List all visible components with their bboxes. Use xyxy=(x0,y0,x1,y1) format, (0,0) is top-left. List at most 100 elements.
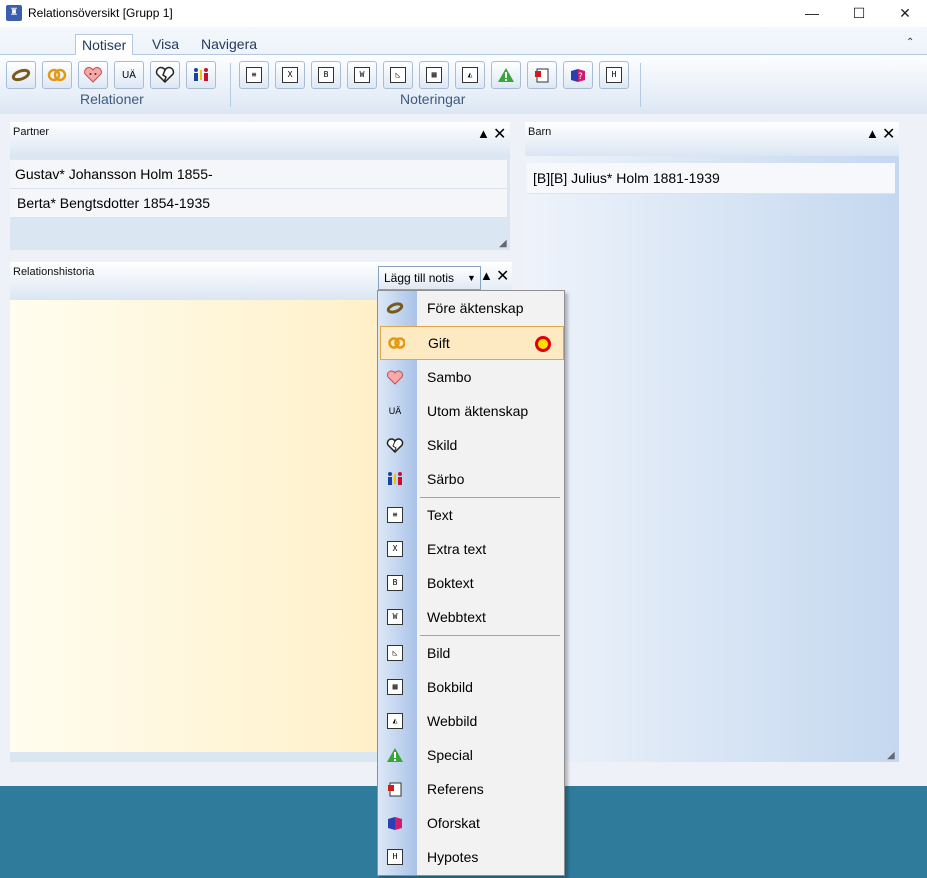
reference-button[interactable] xyxy=(527,61,557,89)
menu-item-label: Referens xyxy=(427,781,484,797)
broken-heart-icon xyxy=(386,438,404,453)
special-button[interactable] xyxy=(491,61,521,89)
barn-header: Barn ▲ ✕ xyxy=(525,122,899,156)
history-body[interactable] xyxy=(10,300,380,752)
menu-item-boktext[interactable]: B Boktext xyxy=(378,566,564,600)
sarbo-button[interactable] xyxy=(186,61,216,89)
menu-item-label: Skild xyxy=(427,437,458,453)
ring-button[interactable] xyxy=(6,61,36,89)
menu-item-label: Oforskat xyxy=(427,815,480,831)
barn-row[interactable]: [B][B] Julius* Holm 1881-1939 xyxy=(527,163,895,194)
history-close-icon[interactable]: ✕ xyxy=(496,266,509,286)
svg-text:?: ? xyxy=(578,72,583,82)
menu-item-fore-aktenskap[interactable]: Före äktenskap xyxy=(378,291,564,325)
title-bar: ♜ Relationsöversikt [Grupp 1] — ☐ ✕ xyxy=(0,0,927,27)
image-button[interactable]: ◺ xyxy=(383,61,413,89)
menu-item-referens[interactable]: Referens xyxy=(378,772,564,806)
maximize-button[interactable]: ☐ xyxy=(836,0,882,27)
ring-icon xyxy=(386,302,404,314)
extra-text-icon: X xyxy=(387,541,403,557)
text-note-button[interactable]: ≡ xyxy=(239,61,269,89)
book-image-icon: ▦ xyxy=(426,67,442,83)
add-note-dropdown[interactable]: Lägg till notis ▼ xyxy=(378,266,481,290)
history-pin-icon[interactable]: ▲ xyxy=(480,268,493,283)
web-image-icon: ◭ xyxy=(387,713,403,729)
hypothesis-button[interactable]: H xyxy=(599,61,629,89)
group-label-relationer: Relationer xyxy=(80,91,144,107)
menu-item-label: Boktext xyxy=(427,575,474,591)
web-image-button[interactable]: ◭ xyxy=(455,61,485,89)
menu-item-gift[interactable]: Gift xyxy=(380,326,564,360)
barn-panel: Barn ▲ ✕ [B][B] Julius* Holm 1881-1939 ◢ xyxy=(525,122,899,762)
partner-row[interactable]: Gustav* Johansson Holm 1855- xyxy=(10,160,507,189)
menu-item-special[interactable]: Special xyxy=(378,738,564,772)
ribbon-separator-end xyxy=(640,63,641,107)
partner-close-icon[interactable]: ✕ xyxy=(493,124,506,144)
ribbon-separator xyxy=(230,63,231,107)
menu-item-extra-text[interactable]: X Extra text xyxy=(378,532,564,566)
partner-row[interactable]: Berta* Bengtsdotter 1854-1935 xyxy=(10,189,507,218)
dropdown-arrow-icon: ▼ xyxy=(467,273,476,283)
add-note-menu: Före äktenskap Gift Sambo UÄ Utom äktens… xyxy=(377,290,565,876)
book-text-icon: B xyxy=(318,67,334,83)
menu-item-bild[interactable]: ◺ Bild xyxy=(378,636,564,670)
menu-item-label: Bild xyxy=(427,645,451,661)
menu-item-sambo[interactable]: Sambo xyxy=(378,360,564,394)
extra-text-button[interactable]: X xyxy=(275,61,305,89)
cursor-indicator-icon xyxy=(535,336,551,352)
ua-button[interactable]: UÄ xyxy=(114,61,144,89)
menu-item-sarbo[interactable]: Särbo xyxy=(378,462,564,496)
book-text-button[interactable]: B xyxy=(311,61,341,89)
special-warning-icon xyxy=(387,748,403,762)
web-text-button[interactable]: W xyxy=(347,61,377,89)
barn-close-icon[interactable]: ✕ xyxy=(882,124,895,144)
menu-item-label: Extra text xyxy=(427,541,487,557)
menu-item-utom-aktenskap[interactable]: UÄ Utom äktenskap xyxy=(378,394,564,428)
menu-item-text[interactable]: ≡ Text xyxy=(378,498,564,532)
image-icon: ◺ xyxy=(390,67,406,83)
skild-button[interactable] xyxy=(150,61,180,89)
text-icon: ≡ xyxy=(387,507,403,523)
married-rings-icon xyxy=(47,68,67,82)
menu-item-label: Text xyxy=(427,507,453,523)
menu-item-label: Gift xyxy=(428,335,450,351)
history-footer xyxy=(10,752,380,762)
ua-icon: UÄ xyxy=(122,69,136,81)
close-button[interactable]: ✕ xyxy=(882,0,927,27)
menu-item-webbild[interactable]: ◭ Webbild xyxy=(378,704,564,738)
menu-item-webbtext[interactable]: W Webbtext xyxy=(378,600,564,634)
barn-row-text: [B][B] Julius* Holm 1881-1939 xyxy=(533,170,720,186)
collapse-ribbon-icon[interactable]: ⌃ xyxy=(906,37,914,48)
menu-item-oforskat[interactable]: Oforskat xyxy=(378,806,564,840)
partner-pin-icon[interactable]: ▲ xyxy=(477,126,490,141)
minimize-button[interactable]: — xyxy=(789,0,835,27)
unknown-button[interactable]: ? xyxy=(563,61,593,89)
partner-title: Partner xyxy=(13,126,50,138)
married-rings-icon xyxy=(388,337,405,349)
reference-icon xyxy=(535,68,549,83)
partner-panel: Partner ▲ ✕ Gustav* Johansson Holm 1855-… xyxy=(10,122,510,250)
tab-notiser[interactable]: Notiser xyxy=(75,34,134,55)
sambo-button[interactable] xyxy=(78,61,108,89)
heart-face-icon xyxy=(387,370,403,385)
barn-pin-icon[interactable]: ▲ xyxy=(866,126,879,141)
web-text-icon: W xyxy=(354,67,370,83)
menu-item-skild[interactable]: Skild xyxy=(378,428,564,462)
heart-face-icon xyxy=(84,67,102,83)
hypothesis-icon: H xyxy=(387,849,403,865)
menu-item-hypotes[interactable]: H Hypotes xyxy=(378,840,564,874)
hypothesis-icon: H xyxy=(606,67,622,83)
menu-item-label: Webbtext xyxy=(427,609,486,625)
married-button[interactable] xyxy=(42,61,72,89)
resize-grip-icon[interactable]: ◢ xyxy=(499,238,507,249)
menu-item-label: Webbild xyxy=(427,713,478,729)
book-image-button[interactable]: ▦ xyxy=(419,61,449,89)
tab-visa[interactable]: Visa xyxy=(146,34,185,54)
menu-item-label: Special xyxy=(427,747,473,763)
resize-grip-icon[interactable]: ◢ xyxy=(887,750,895,761)
add-note-label: Lägg till notis xyxy=(384,271,455,285)
special-warning-icon xyxy=(498,68,514,82)
extra-text-icon: X xyxy=(282,67,298,83)
tab-navigera[interactable]: Navigera xyxy=(195,34,263,54)
menu-item-bokbild[interactable]: ▦ Bokbild xyxy=(378,670,564,704)
